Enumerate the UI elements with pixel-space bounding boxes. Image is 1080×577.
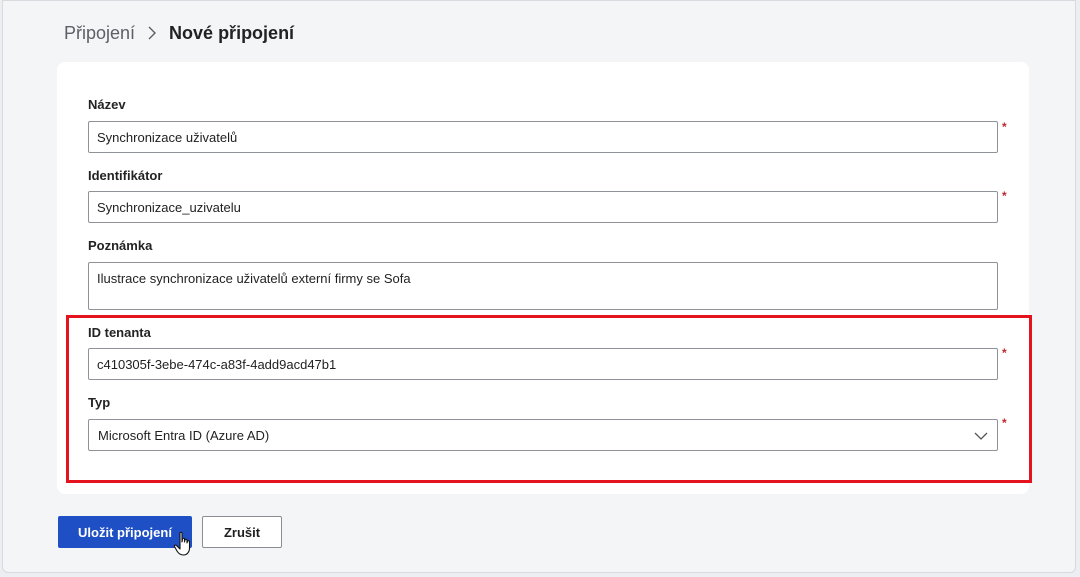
identifier-input[interactable]	[88, 191, 998, 223]
name-field-group: Název *	[88, 97, 1028, 153]
cancel-button[interactable]: Zrušit	[202, 516, 282, 548]
required-marker: *	[1002, 189, 1007, 203]
tenant-id-input[interactable]	[88, 348, 998, 380]
required-marker: *	[1002, 346, 1007, 360]
identifier-label: Identifikátor	[88, 168, 163, 183]
page-title: Nové připojení	[169, 22, 295, 43]
type-label: Typ	[88, 395, 111, 410]
breadcrumb: Připojení Nové připojení	[64, 21, 294, 45]
form-card: Název * Identifikátor * Poznámka Ilustra…	[57, 62, 1029, 494]
chevron-right-icon	[141, 22, 163, 44]
type-select[interactable]: Microsoft Entra ID (Azure AD)	[88, 419, 998, 451]
identifier-field-group: Identifikátor *	[88, 168, 1028, 223]
breadcrumb-link-connections[interactable]: Připojení	[64, 23, 135, 44]
page: Připojení Nové připojení Název * Identif…	[2, 0, 1076, 573]
name-input[interactable]	[88, 121, 998, 153]
note-label: Poznámka	[88, 238, 153, 253]
type-field-group: Typ Microsoft Entra ID (Azure AD) *	[88, 395, 1028, 451]
required-marker: *	[1002, 416, 1007, 430]
chevron-down-icon	[973, 428, 989, 444]
tenant-id-label: ID tenanta	[88, 325, 151, 340]
type-select-value: Microsoft Entra ID (Azure AD)	[98, 427, 270, 443]
note-field-group: Poznámka Ilustrace synchronizace uživate…	[88, 238, 1028, 310]
name-label: Název	[88, 97, 126, 112]
save-connection-button[interactable]: Uložit připojení	[58, 516, 192, 548]
note-textarea[interactable]: Ilustrace synchronizace uživatelů extern…	[88, 262, 998, 310]
tenant-id-field-group: ID tenanta *	[88, 325, 1028, 380]
required-marker: *	[1002, 120, 1007, 134]
